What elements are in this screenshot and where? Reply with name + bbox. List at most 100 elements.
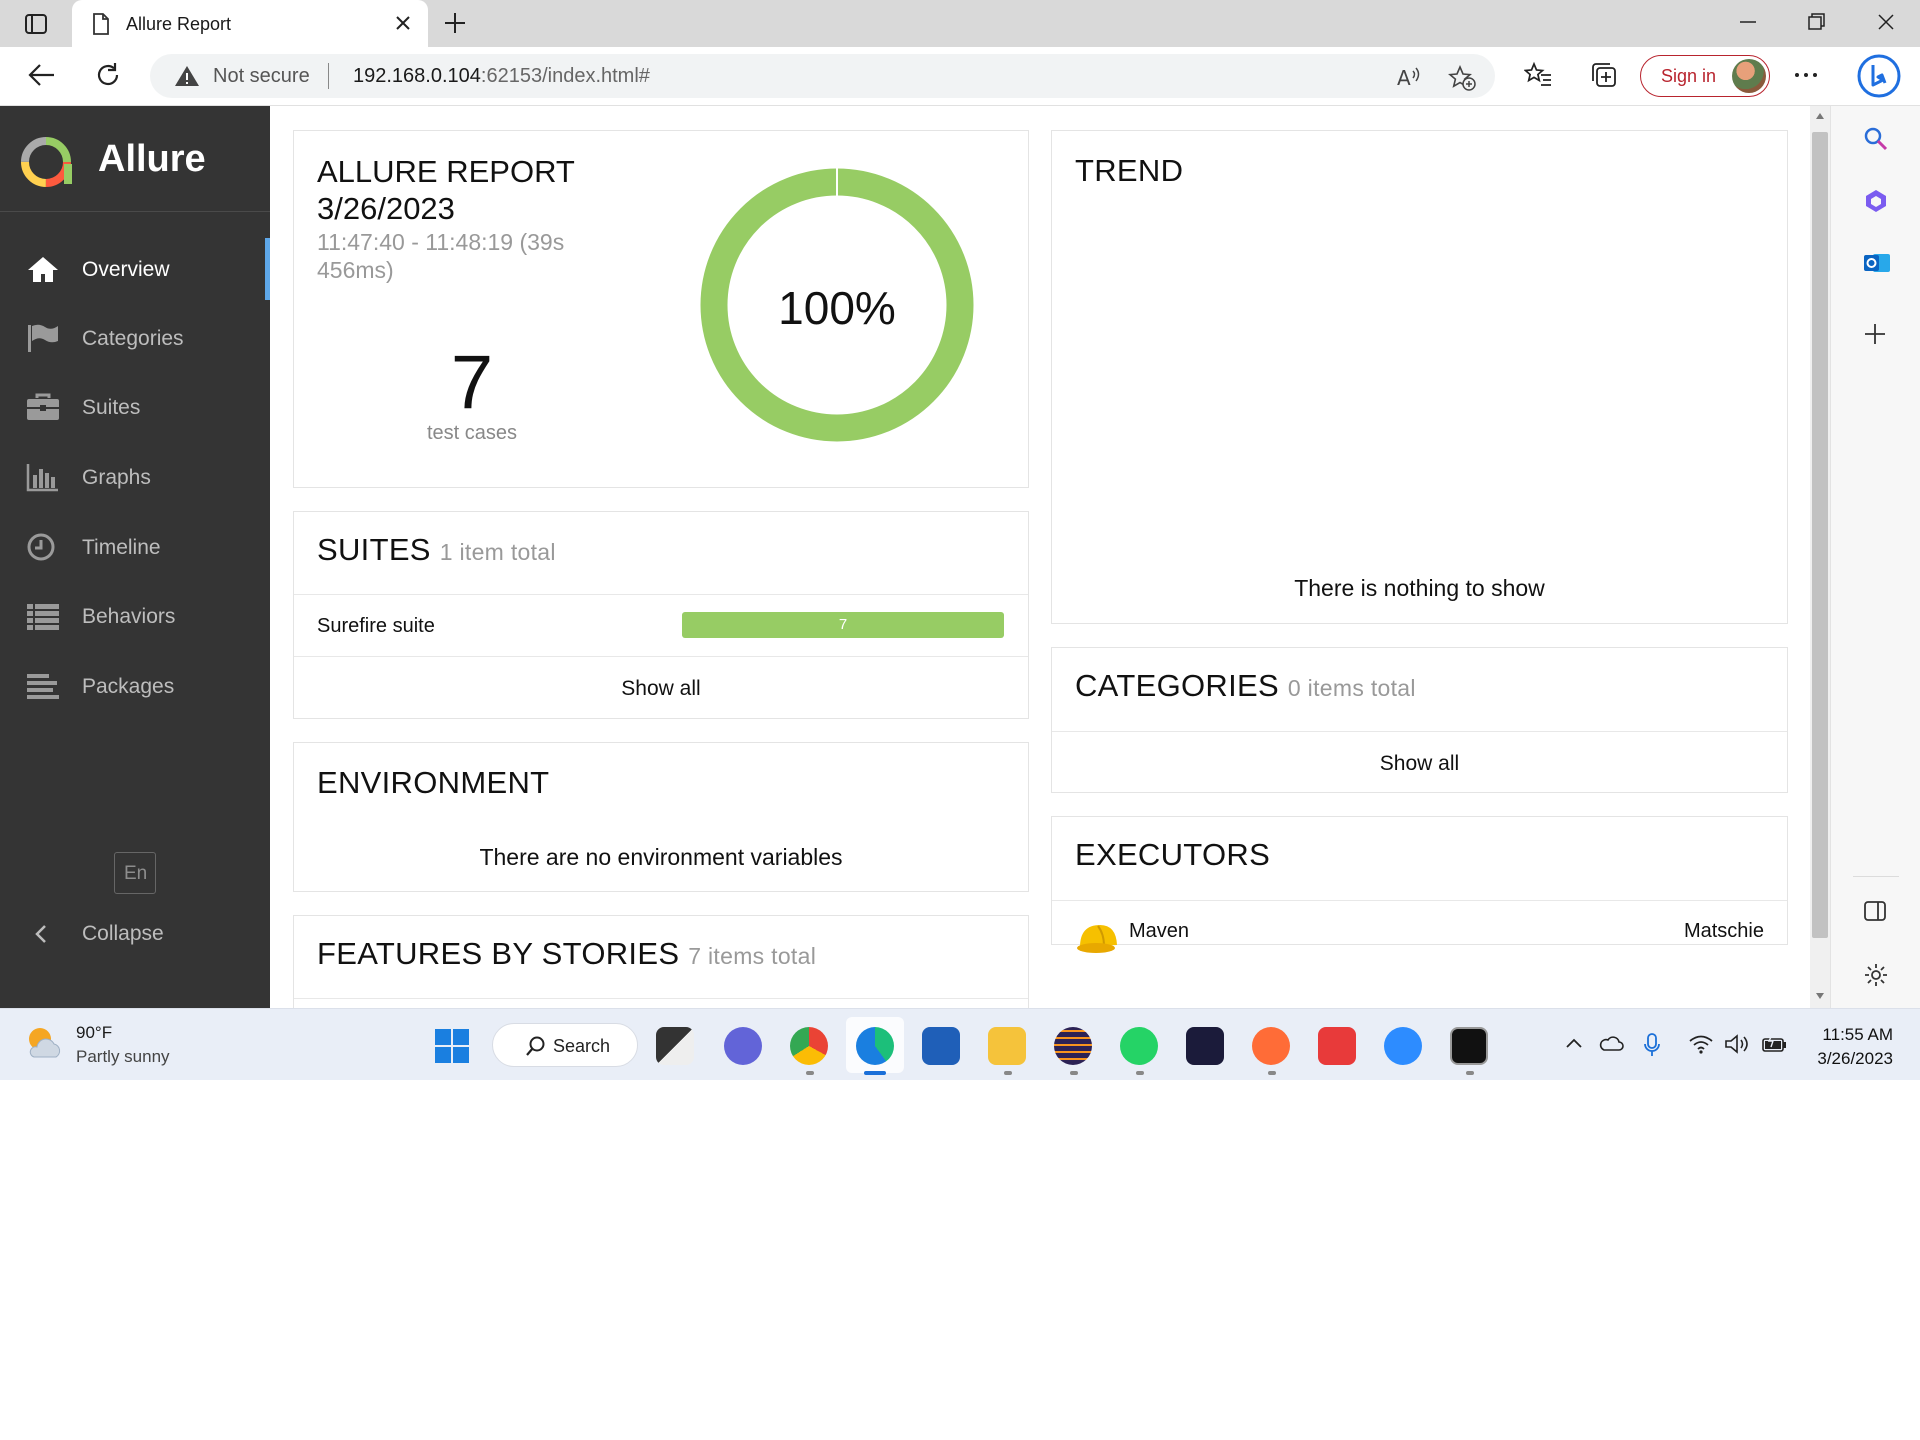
executor-build[interactable]: Matschie bbox=[1684, 920, 1764, 943]
postman-icon[interactable] bbox=[1252, 1027, 1290, 1065]
scrollbar-thumb[interactable] bbox=[1812, 132, 1828, 938]
align-left-icon bbox=[27, 674, 59, 699]
weather-widget[interactable]: 90°F Partly sunny bbox=[24, 1023, 170, 1068]
sign-in-label: Sign in bbox=[1661, 66, 1717, 86]
report-time-range: 11:47:40 - 11:48:19 (39s 456ms) bbox=[317, 229, 565, 283]
allure-app: Allure Overview Categories Suites Graphs bbox=[0, 106, 1810, 1008]
allure-brand[interactable]: Allure bbox=[18, 134, 206, 190]
environment-title: ENVIRONMENT bbox=[317, 765, 550, 800]
favorites-icon[interactable] bbox=[1524, 61, 1552, 89]
report-title: ALLURE REPORT bbox=[317, 154, 575, 189]
whatsapp-icon[interactable] bbox=[1120, 1027, 1158, 1065]
sidebar-item-behaviors[interactable]: Behaviors bbox=[0, 585, 270, 647]
clock-icon bbox=[27, 533, 55, 561]
running-indicator bbox=[1466, 1071, 1474, 1075]
wifi-icon[interactable] bbox=[1688, 1033, 1714, 1055]
edge-sidebar-divider bbox=[1853, 876, 1899, 877]
battery-icon[interactable] bbox=[1760, 1033, 1788, 1055]
scroll-up-icon[interactable] bbox=[1815, 112, 1825, 120]
suites-show-all-link[interactable]: Show all bbox=[294, 677, 1028, 701]
hide-sidebar-icon[interactable] bbox=[1863, 900, 1887, 922]
running-indicator bbox=[1268, 1071, 1276, 1075]
sidebar-item-graphs[interactable]: Graphs bbox=[0, 446, 270, 508]
features-title: FEATURES BY STORIES bbox=[317, 936, 680, 971]
tab-allure-report[interactable]: Allure Report bbox=[72, 0, 428, 47]
sidebar-item-overview[interactable]: Overview bbox=[0, 238, 270, 300]
scroll-down-icon[interactable] bbox=[1815, 992, 1825, 1000]
volume-icon[interactable] bbox=[1724, 1033, 1750, 1055]
add-icon[interactable] bbox=[1863, 322, 1887, 346]
edge-icon[interactable] bbox=[856, 1027, 894, 1065]
clock-time: 11:55 AM bbox=[1822, 1025, 1893, 1044]
file-explorer-icon[interactable] bbox=[988, 1027, 1026, 1065]
outlook-icon[interactable] bbox=[1863, 250, 1891, 276]
chat-icon[interactable] bbox=[724, 1027, 762, 1065]
zoom-icon[interactable] bbox=[1384, 1027, 1422, 1065]
sidebar-divider bbox=[0, 211, 270, 212]
features-header: FEATURES BY STORIES 7 items total bbox=[317, 936, 816, 972]
warning-icon[interactable] bbox=[174, 64, 200, 88]
read-aloud-icon[interactable]: A bbox=[1396, 65, 1422, 89]
briefcase-icon bbox=[27, 393, 59, 420]
chrome-icon[interactable] bbox=[790, 1027, 828, 1065]
bing-chat-icon[interactable] bbox=[1856, 53, 1902, 99]
sidebar-item-categories[interactable]: Categories bbox=[0, 307, 270, 369]
features-count: 7 items total bbox=[688, 943, 817, 969]
sidebar-item-packages[interactable]: Packages bbox=[0, 655, 270, 717]
environment-empty-message: There are no environment variables bbox=[479, 844, 843, 870]
trend-empty-message: There is nothing to show bbox=[1294, 575, 1545, 601]
terminal-icon[interactable] bbox=[1450, 1027, 1488, 1065]
webex-icon[interactable] bbox=[1186, 1027, 1224, 1065]
allure-sidebar: Allure Overview Categories Suites Graphs bbox=[0, 106, 270, 1008]
onedrive-icon[interactable] bbox=[1598, 1033, 1624, 1053]
flag-icon bbox=[28, 324, 58, 352]
collections-icon[interactable] bbox=[1590, 61, 1618, 89]
settings-icon[interactable] bbox=[1863, 962, 1889, 988]
m365-icon[interactable] bbox=[1863, 188, 1889, 214]
report-title-block: ALLURE REPORT 3/26/2023 bbox=[317, 153, 575, 227]
categories-widget: CATEGORIES 0 items total Show all bbox=[1051, 647, 1788, 793]
running-indicator bbox=[1070, 1071, 1078, 1075]
anydesk-icon[interactable] bbox=[1318, 1027, 1356, 1065]
more-options-icon[interactable] bbox=[1792, 61, 1820, 89]
sidebar-item-label: Timeline bbox=[82, 536, 161, 559]
back-icon[interactable] bbox=[28, 61, 56, 89]
sidebar-item-label: Behaviors bbox=[82, 605, 176, 628]
tab-actions-icon[interactable] bbox=[18, 10, 54, 38]
search-icon[interactable] bbox=[1863, 126, 1889, 152]
allure-logo-icon bbox=[21, 137, 72, 187]
task-view-icon[interactable] bbox=[656, 1027, 694, 1065]
collapse-button[interactable]: Collapse bbox=[0, 906, 270, 962]
page-icon bbox=[93, 13, 109, 35]
taskbar-search[interactable]: Search bbox=[492, 1023, 638, 1067]
url-text[interactable]: 192.168.0.104:62153/index.html# bbox=[353, 65, 650, 88]
language-button[interactable]: En bbox=[114, 852, 156, 894]
add-favorite-icon[interactable] bbox=[1448, 65, 1476, 91]
chevron-up-icon[interactable] bbox=[1564, 1033, 1584, 1053]
suite-status-bar[interactable]: 7 bbox=[682, 612, 1004, 638]
new-tab-icon[interactable] bbox=[443, 11, 467, 35]
taskbar-clock[interactable]: 11:55 AM 3/26/2023 bbox=[1805, 1023, 1893, 1071]
test-case-count: 7 bbox=[450, 340, 494, 425]
minimize-icon[interactable] bbox=[1738, 12, 1758, 32]
close-window-icon[interactable] bbox=[1876, 12, 1896, 32]
svg-text:A: A bbox=[1397, 66, 1411, 89]
running-indicator bbox=[1004, 1071, 1012, 1075]
store-icon[interactable] bbox=[922, 1027, 960, 1065]
address-bar[interactable]: Not secure 192.168.0.104:62153/index.htm… bbox=[150, 54, 1495, 98]
windows-start-icon[interactable] bbox=[434, 1028, 470, 1064]
tab-title: Allure Report bbox=[126, 14, 232, 34]
sidebar-item-timeline[interactable]: Timeline bbox=[0, 516, 270, 578]
bar-chart-icon bbox=[26, 464, 58, 492]
close-tab-icon[interactable] bbox=[394, 14, 412, 32]
restore-icon[interactable] bbox=[1806, 12, 1826, 32]
sidebar-item-suites[interactable]: Suites bbox=[0, 376, 270, 438]
sign-in-button[interactable]: Sign in bbox=[1640, 55, 1770, 97]
security-label[interactable]: Not secure bbox=[213, 65, 310, 88]
divider bbox=[294, 594, 1028, 595]
eclipse-icon[interactable] bbox=[1054, 1027, 1092, 1065]
refresh-icon[interactable] bbox=[94, 61, 122, 89]
executors-title: EXECUTORS bbox=[1075, 837, 1271, 872]
categories-show-all-link[interactable]: Show all bbox=[1052, 752, 1787, 776]
microphone-icon[interactable] bbox=[1642, 1033, 1662, 1057]
